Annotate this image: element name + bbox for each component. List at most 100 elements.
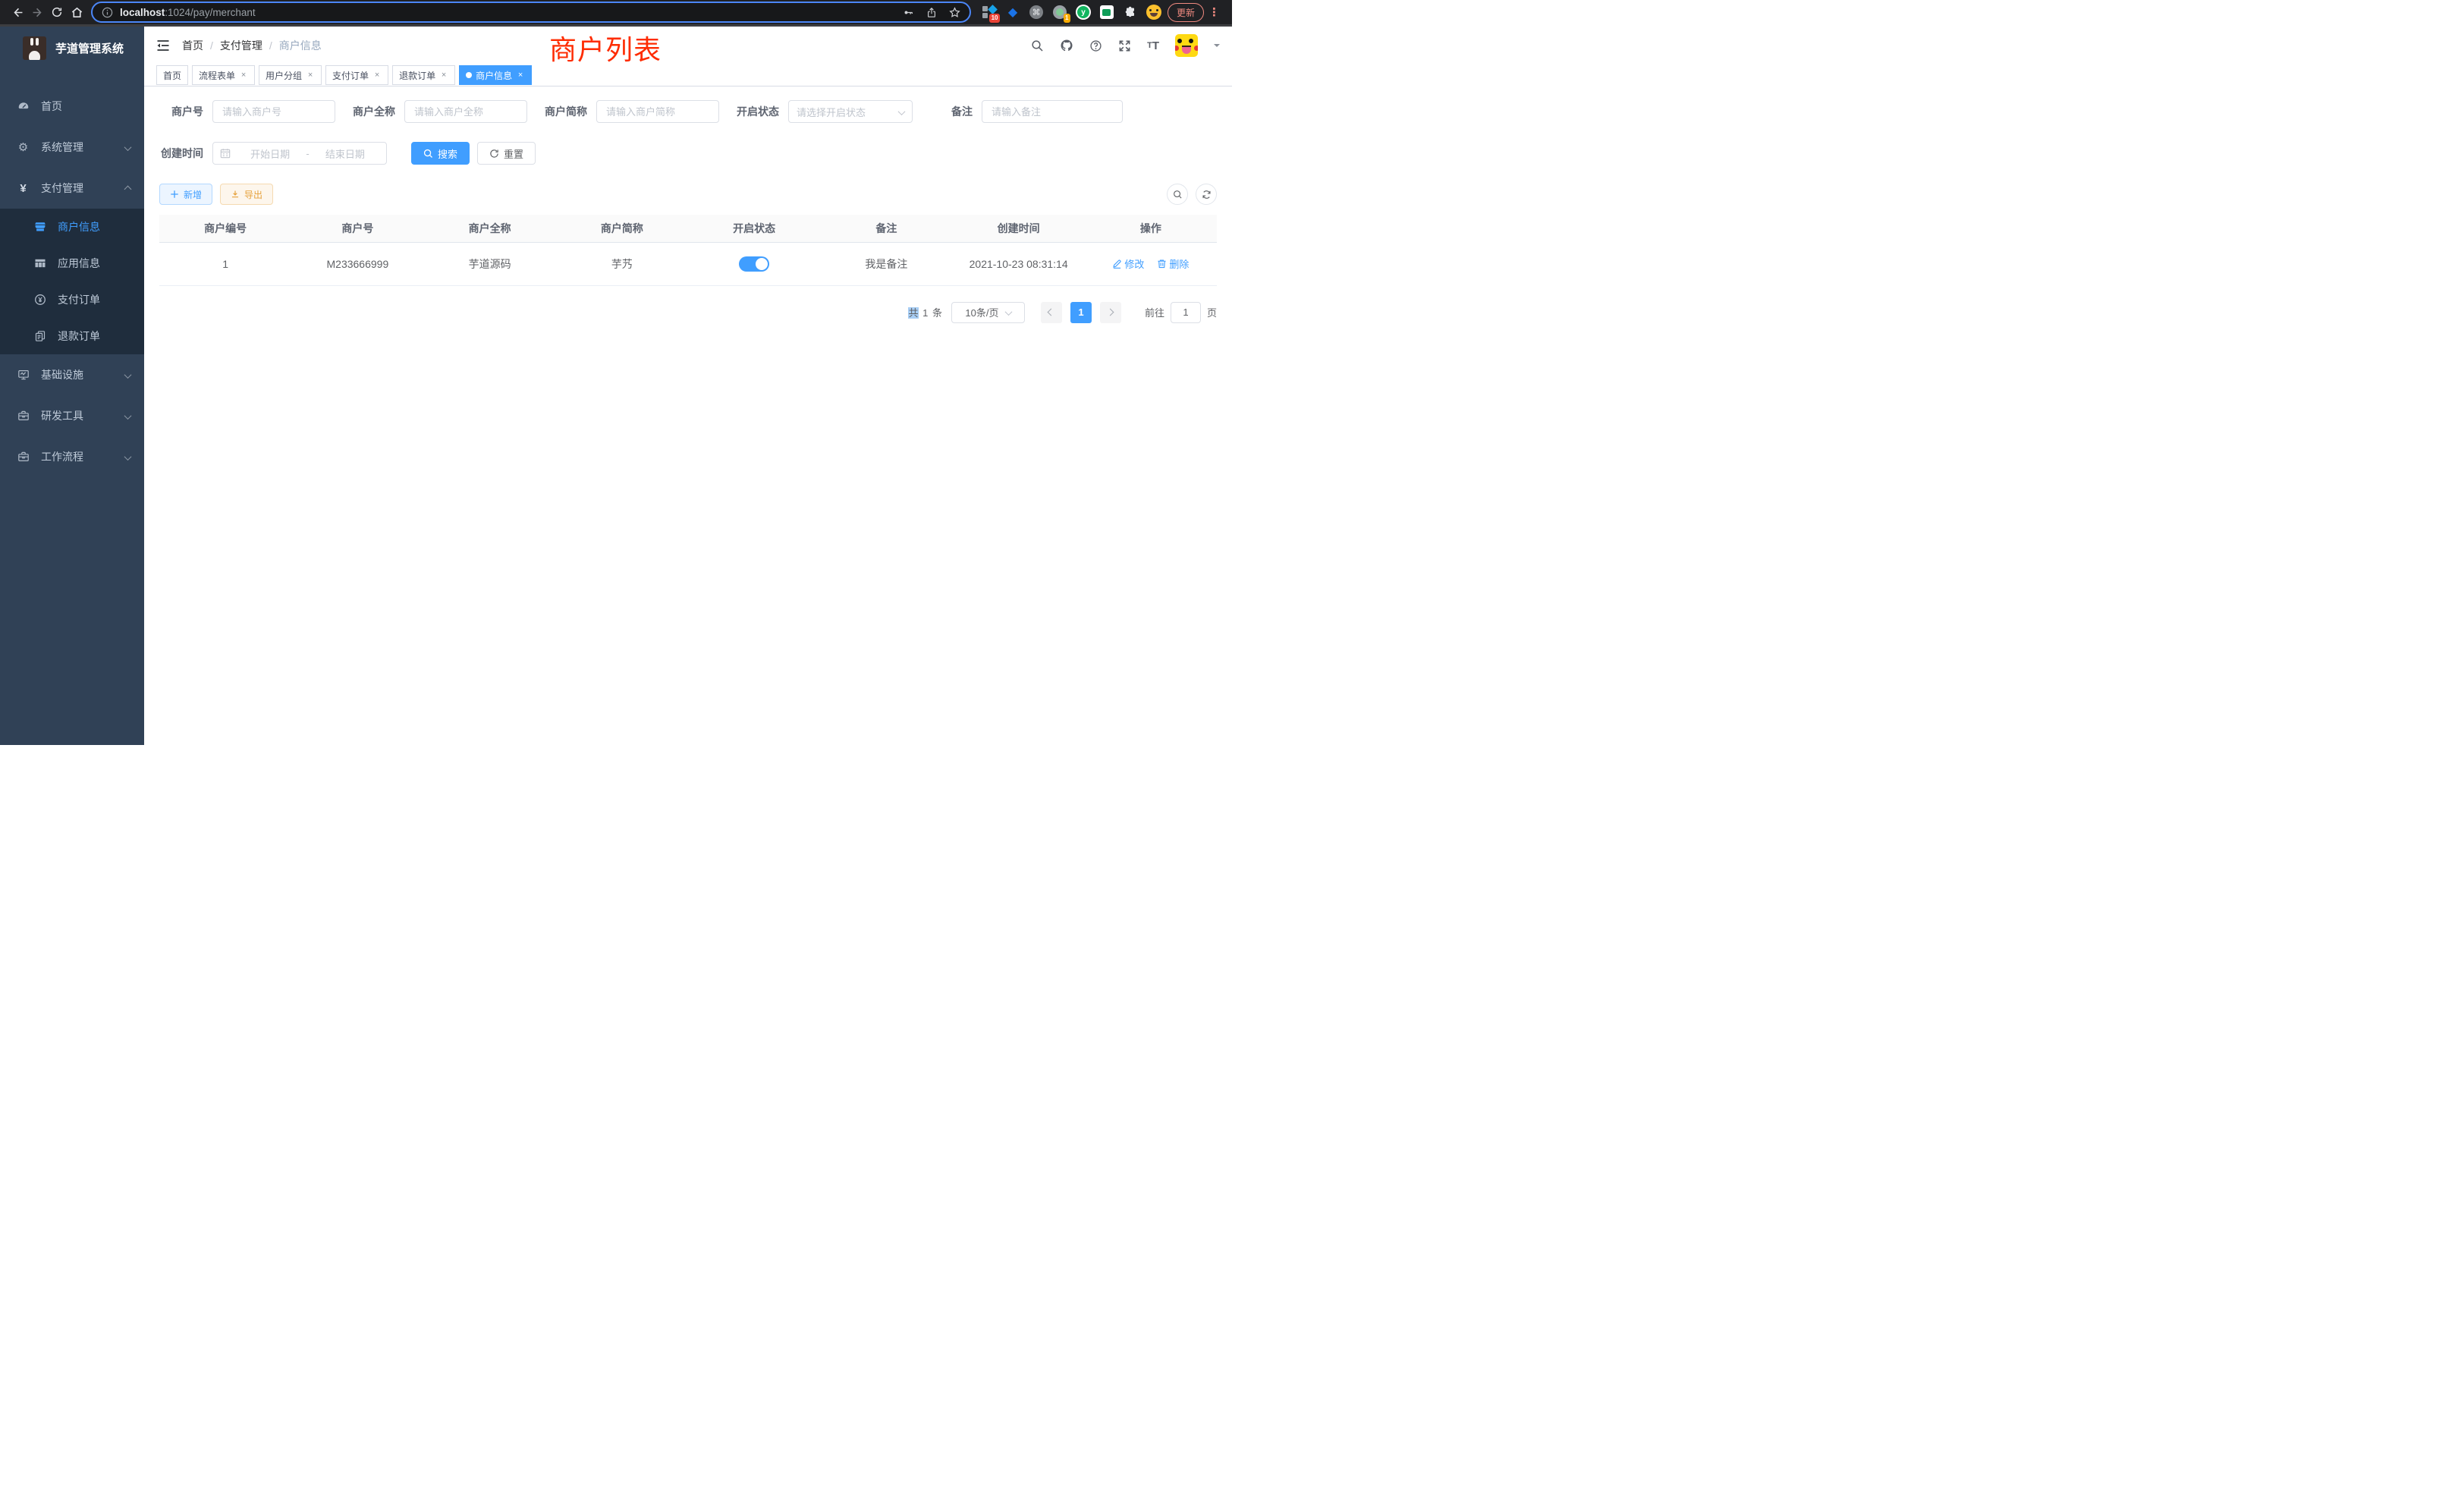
extension-command-icon[interactable]: ⌘ — [1029, 5, 1044, 20]
sidebar-item-label: 支付管理 — [41, 181, 83, 196]
short-name-input[interactable] — [596, 100, 719, 123]
dashboard-icon — [17, 100, 30, 112]
add-button[interactable]: 新增 — [159, 184, 212, 205]
sidebar-item-payment[interactable]: ¥ 支付管理 — [0, 168, 144, 209]
prev-page-button[interactable] — [1041, 302, 1062, 323]
browser-update-button[interactable]: 更新 — [1168, 3, 1204, 22]
header-actions: TT — [1031, 34, 1220, 57]
app-logo[interactable]: 芋道管理系统 — [0, 27, 144, 69]
close-icon[interactable]: × — [239, 71, 248, 80]
bookmark-star-icon[interactable] — [949, 7, 960, 18]
tab-refund-order[interactable]: 退款订单× — [392, 65, 455, 85]
full-name-input[interactable] — [404, 100, 527, 123]
close-icon[interactable]: × — [439, 71, 448, 80]
page-header: 首页 / 支付管理 / 商户信息 — [144, 27, 1232, 64]
tab-merchant-info[interactable]: 商户信息× — [459, 65, 532, 85]
table-tools — [1167, 184, 1217, 205]
help-icon[interactable] — [1089, 39, 1102, 52]
tab-process-form[interactable]: 流程表单× — [192, 65, 255, 85]
sidebar-item-merchant-info[interactable]: 商户信息 — [0, 209, 144, 245]
sidebar-item-system[interactable]: ⚙ 系统管理 — [0, 127, 144, 168]
monitor-icon — [17, 369, 30, 381]
cell-status — [688, 242, 820, 285]
forward-icon[interactable] — [27, 2, 47, 22]
extensions-puzzle-icon[interactable] — [1123, 5, 1138, 20]
sidebar-item-infrastructure[interactable]: 基础设施 — [0, 354, 144, 395]
page-size-select[interactable]: 10条/页 — [951, 302, 1025, 323]
pagination-total: 共 1 条 — [908, 305, 943, 319]
edit-link[interactable]: 修改 — [1112, 256, 1144, 271]
sidebar-item-refund-order[interactable]: 退款订单 — [0, 318, 144, 354]
field-merchant-no: 商户号 — [159, 100, 335, 123]
tab-user-group[interactable]: 用户分组× — [259, 65, 322, 85]
field-label: 商户全称 — [351, 104, 395, 119]
delete-link[interactable]: 删除 — [1157, 256, 1189, 271]
sidebar-item-workflow[interactable]: 工作流程 — [0, 436, 144, 477]
back-icon[interactable] — [8, 2, 27, 22]
field-label: 商户简称 — [543, 104, 587, 119]
password-key-icon[interactable] — [903, 7, 914, 18]
breadcrumb: 首页 / 支付管理 / 商户信息 — [182, 38, 322, 53]
sidebar-item-dev-tools[interactable]: 研发工具 — [0, 395, 144, 436]
sidebar-item-home[interactable]: 首页 — [0, 86, 144, 127]
chevron-down-icon — [1006, 306, 1011, 318]
extension-gem-icon[interactable]: ◆ — [1005, 5, 1020, 20]
site-info-icon[interactable] — [102, 7, 113, 18]
browser-menu-icon[interactable]: ⋮ — [1204, 5, 1224, 19]
breadcrumb-home[interactable]: 首页 — [182, 38, 203, 53]
reset-button[interactable]: 重置 — [477, 142, 536, 165]
briefcase-icon — [17, 451, 30, 463]
avatar-dropdown-icon[interactable] — [1214, 44, 1220, 50]
field-full-name: 商户全称 — [351, 100, 527, 123]
filter-row-2: 创建时间 开始日期 - 结束日期 搜索 — [159, 142, 1217, 165]
chevron-right-icon — [1107, 309, 1114, 316]
extension-profile-icon[interactable]: 1 — [1052, 5, 1067, 20]
status-toggle[interactable] — [739, 256, 769, 272]
field-status: 开启状态 请选择开启状态 — [735, 100, 913, 123]
cell-full-name: 芋道源码 — [424, 242, 556, 285]
font-size-icon[interactable]: TT — [1147, 39, 1159, 52]
tab-pay-order[interactable]: 支付订单× — [325, 65, 388, 85]
next-page-button[interactable] — [1100, 302, 1121, 323]
user-avatar[interactable] — [1175, 34, 1198, 57]
sidebar-item-label: 退款订单 — [58, 328, 100, 344]
close-icon[interactable]: × — [516, 71, 525, 80]
breadcrumb-payment[interactable]: 支付管理 — [220, 38, 262, 53]
github-icon[interactable] — [1060, 39, 1073, 52]
sidebar-collapse-icon[interactable] — [156, 39, 170, 52]
page-number-1[interactable]: 1 — [1070, 302, 1092, 323]
page-content: 商户号 商户全称 商户简称 开启状态 请选择开启状态 — [144, 86, 1232, 745]
browser-extensions: 10 ◆ ⌘ 1 y — [982, 5, 1161, 20]
fullscreen-icon[interactable] — [1118, 39, 1131, 52]
goto-page-input[interactable] — [1171, 302, 1201, 323]
extension-chat-icon[interactable] — [1099, 5, 1114, 20]
share-icon[interactable] — [926, 7, 937, 18]
status-select[interactable]: 请选择开启状态 — [788, 100, 913, 123]
col-header: 商户编号 — [159, 215, 291, 242]
extension-y-icon[interactable]: y — [1076, 5, 1091, 20]
show-search-icon[interactable] — [1167, 184, 1188, 205]
browser-profile-avatar[interactable] — [1146, 5, 1161, 20]
export-button[interactable]: 导出 — [220, 184, 273, 205]
close-icon[interactable]: × — [372, 71, 382, 80]
start-date-placeholder: 开始日期 — [236, 146, 304, 161]
sidebar-item-app-info[interactable]: 应用信息 — [0, 245, 144, 281]
search-button[interactable]: 搜索 — [411, 142, 470, 165]
close-icon[interactable]: × — [306, 71, 315, 80]
table-row: 1 M233666999 芋道源码 芋艿 我是备注 2021-10-23 08:… — [159, 242, 1217, 285]
toolbox-icon — [17, 410, 30, 422]
tab-home[interactable]: 首页 — [156, 65, 188, 85]
page-suffix: 页 — [1207, 305, 1217, 319]
col-header: 备注 — [820, 215, 952, 242]
extension-icon[interactable]: 10 — [982, 5, 997, 20]
refresh-icon[interactable] — [1196, 184, 1217, 205]
reload-icon[interactable] — [47, 2, 67, 22]
search-icon[interactable] — [1031, 39, 1044, 52]
create-time-range-picker[interactable]: 开始日期 - 结束日期 — [212, 142, 387, 165]
url-bar[interactable]: localhost:1024/pay/merchant — [91, 2, 971, 23]
merchant-no-input[interactable] — [212, 100, 335, 123]
remark-input[interactable] — [982, 100, 1123, 123]
tags-view-bar: 首页 流程表单× 用户分组× 支付订单× 退款订单× 商户信息× — [144, 64, 1232, 86]
sidebar-item-pay-order[interactable]: 支付订单 — [0, 281, 144, 318]
home-icon[interactable] — [67, 2, 86, 22]
